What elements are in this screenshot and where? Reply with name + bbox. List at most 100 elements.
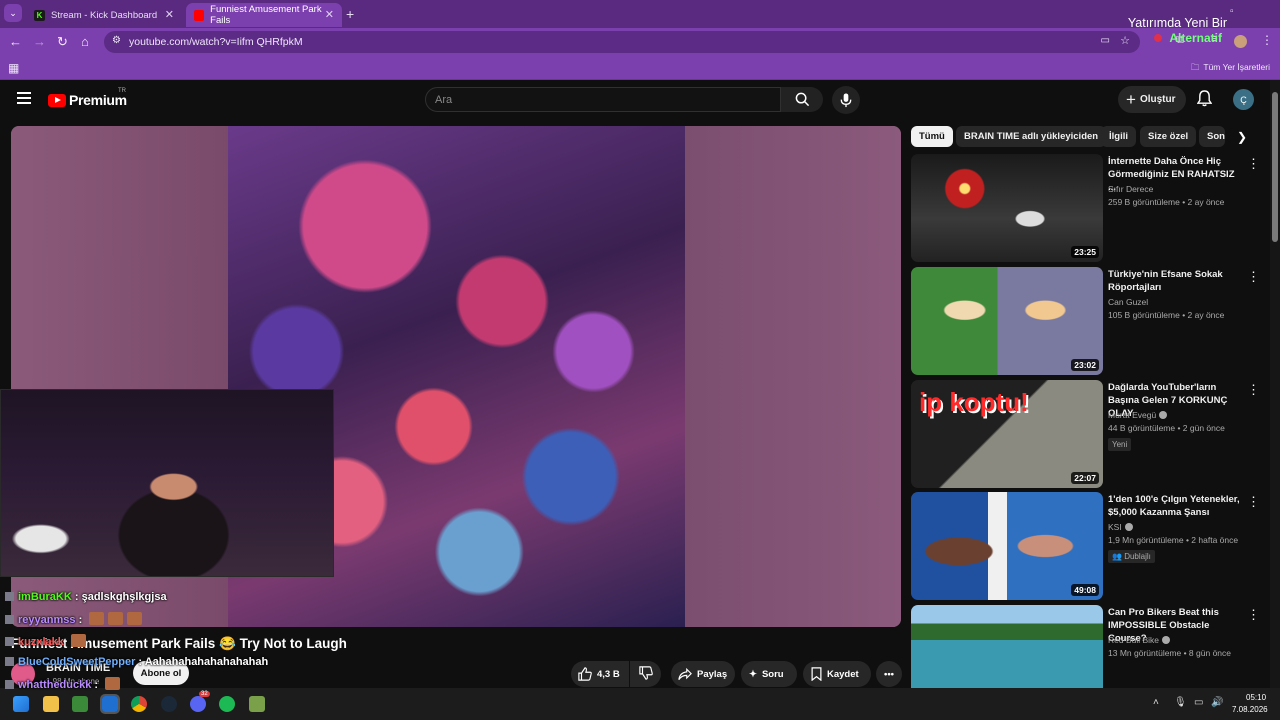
store-icon[interactable] [72,696,88,712]
rec-channel[interactable]: Red Bull Bike [1108,635,1171,645]
close-tab-icon[interactable]: ✕ [165,8,174,21]
volume-icon[interactable]: 🔊 [1211,697,1223,708]
account-avatar[interactable]: Ç [1233,89,1254,110]
chip-all[interactable]: Tümü [911,126,953,147]
emote-icon [127,612,143,625]
share-icon [678,667,692,681]
menu-icon[interactable] [17,92,31,104]
recommendation-item[interactable]: 23:25 İnternette Daha Önce Hiç Görmediği… [911,154,1266,262]
chat-badge-icon [5,657,14,666]
discord-icon[interactable]: 32 [190,691,210,712]
outlook-icon[interactable] [100,694,120,714]
rec-meta: 1,9 Mn görüntüleme • 2 hafta önce [1108,535,1239,545]
rec-channel[interactable]: Can Guzel [1108,297,1148,307]
file-explorer-icon[interactable] [43,696,59,712]
clock-time[interactable]: 05:10 [1246,693,1266,702]
voice-search-button[interactable] [832,86,860,114]
chip-recent[interactable]: Son [1199,126,1225,147]
recommendation-item[interactable]: Can Pro Bikers Beat this IMPOSSIBLE Obst… [911,605,1266,688]
back-arrow-icon[interactable]: ← [9,34,22,49]
more-horizontal-icon: ••• [884,668,894,680]
steam-icon[interactable] [161,696,177,712]
thumbs-up-icon [578,667,592,681]
more-vertical-icon[interactable]: ⋮ [1247,156,1260,172]
browser-menu-icon[interactable]: ⋮ [1261,33,1273,47]
cast-icon[interactable]: ▭ [1101,35,1110,46]
video-duration: 23:02 [1071,359,1099,371]
chat-message: whattheduckk : [5,677,121,691]
sparkle-icon: ✦ [749,668,757,680]
tab-youtube-video[interactable]: Funniest Amusement Park Fails ✕ [186,3,342,27]
apps-grid-icon[interactable]: ▦ [8,61,19,75]
bookmark-star-icon[interactable]: ☆ [1120,34,1130,47]
notifications-button[interactable] [1196,90,1213,112]
chip-related[interactable]: İlgili [1101,126,1136,147]
create-button[interactable]: + Oluştur [1118,86,1186,113]
chat-badge-icon [5,615,14,624]
search-input[interactable] [426,88,780,111]
video-duration: 49:08 [1071,584,1099,596]
rec-channel[interactable]: KSI [1108,522,1133,532]
chip-from-uploader[interactable]: BRAIN TIME adlı yükleyiciden [956,126,1107,147]
recommendation-item[interactable]: 49:08 1'den 100'e Çılgın Yetenekler, $5,… [911,492,1266,600]
rec-title[interactable]: Türkiye'nin Efsane Sokak Röportajları [1108,268,1240,294]
search-box[interactable] [425,87,781,112]
video-thumbnail[interactable]: ip koptu! 22:07 [911,380,1103,488]
reload-icon[interactable]: ↻ [57,34,68,50]
scrollbar-thumb[interactable] [1272,92,1278,242]
chat-message: imBuraKK : şadlskghşlkgjsa [5,591,167,603]
video-thumbnail[interactable] [911,605,1103,688]
recommendation-item[interactable]: ip koptu! 22:07 Dağlarda YouTuber'ların … [911,380,1266,488]
like-button[interactable]: 4,3 B [571,661,629,687]
streamer-webcam [0,389,334,577]
ask-button[interactable]: ✦ Soru [741,661,797,687]
rec-title[interactable]: 1'den 100'e Çılgın Yetenekler, $5,000 Ka… [1108,493,1240,519]
more-vertical-icon[interactable]: ⋮ [1247,494,1260,510]
youtube-header: Premium TR + Oluştur Ç [0,80,1270,120]
tab-search-button[interactable]: ⌄ [4,4,22,22]
thumbnail-text: ip koptu! [919,387,1029,417]
forward-arrow-icon[interactable]: → [33,34,46,49]
windows-start-icon[interactable] [13,696,29,712]
display-icon[interactable]: ▭ [1194,697,1203,708]
video-thumbnail[interactable]: 49:08 [911,492,1103,600]
more-vertical-icon[interactable]: ⋮ [1247,607,1260,623]
chevron-up-icon[interactable]: ˄ [1153,697,1159,708]
rec-channel[interactable]: Murat Evegü [1108,410,1168,420]
more-vertical-icon[interactable]: ⋮ [1247,269,1260,285]
extension-record-icon[interactable] [1154,34,1162,42]
youtube-logo[interactable]: Premium [48,92,127,108]
new-tab-button[interactable]: + [346,6,354,22]
video-thumbnail[interactable]: 23:25 [911,154,1103,262]
home-icon[interactable]: ⌂ [81,34,89,49]
rec-meta: 105 B görüntüleme • 2 ay önce [1108,310,1225,320]
video-thumbnail[interactable]: 23:02 [911,267,1103,375]
rec-channel[interactable]: Sıfır Derece [1108,184,1153,194]
chevron-right-icon[interactable]: ❯ [1237,130,1247,144]
restore-window-icon[interactable]: ▫ [1230,6,1234,17]
chip-for-you[interactable]: Size özel [1140,126,1197,147]
kick-favicon-icon: K [34,9,45,21]
save-button[interactable]: Kaydet [803,661,871,687]
close-tab-icon[interactable]: ✕ [325,8,334,21]
verified-icon [1159,411,1168,419]
ad-overlay-subtitle: Alternatif [1169,31,1222,45]
app-icon[interactable] [249,696,265,712]
share-button[interactable]: Paylaş [671,661,735,687]
youtube-play-icon [48,93,66,107]
chrome-icon[interactable] [131,696,147,712]
tab-kick-dashboard[interactable]: K Stream - Kick Dashboard ✕ [26,3,182,27]
address-bar[interactable]: ⚙ youtube.com/watch?v=Iifm QHRfpkM ▭ ☆ [104,31,1140,53]
clock-date[interactable]: 7.08.2026 [1232,705,1268,714]
all-bookmarks-link[interactable]: 🗀 Tüm Yer İşaretleri [1191,62,1270,76]
spotify-icon[interactable] [219,696,235,712]
search-button[interactable] [781,87,823,112]
profile-avatar-icon[interactable] [1234,35,1247,48]
microphone-tray-icon[interactable]: 🎙 [1174,697,1187,708]
recommendation-item[interactable]: 23:02 Türkiye'nin Efsane Sokak Röportajl… [911,267,1266,375]
more-actions-button[interactable]: ••• [876,661,902,687]
dislike-button[interactable] [630,661,661,687]
folder-icon: 🗀 [1190,62,1200,72]
site-info-icon[interactable]: ⚙ [112,35,121,46]
more-vertical-icon[interactable]: ⋮ [1247,382,1260,398]
